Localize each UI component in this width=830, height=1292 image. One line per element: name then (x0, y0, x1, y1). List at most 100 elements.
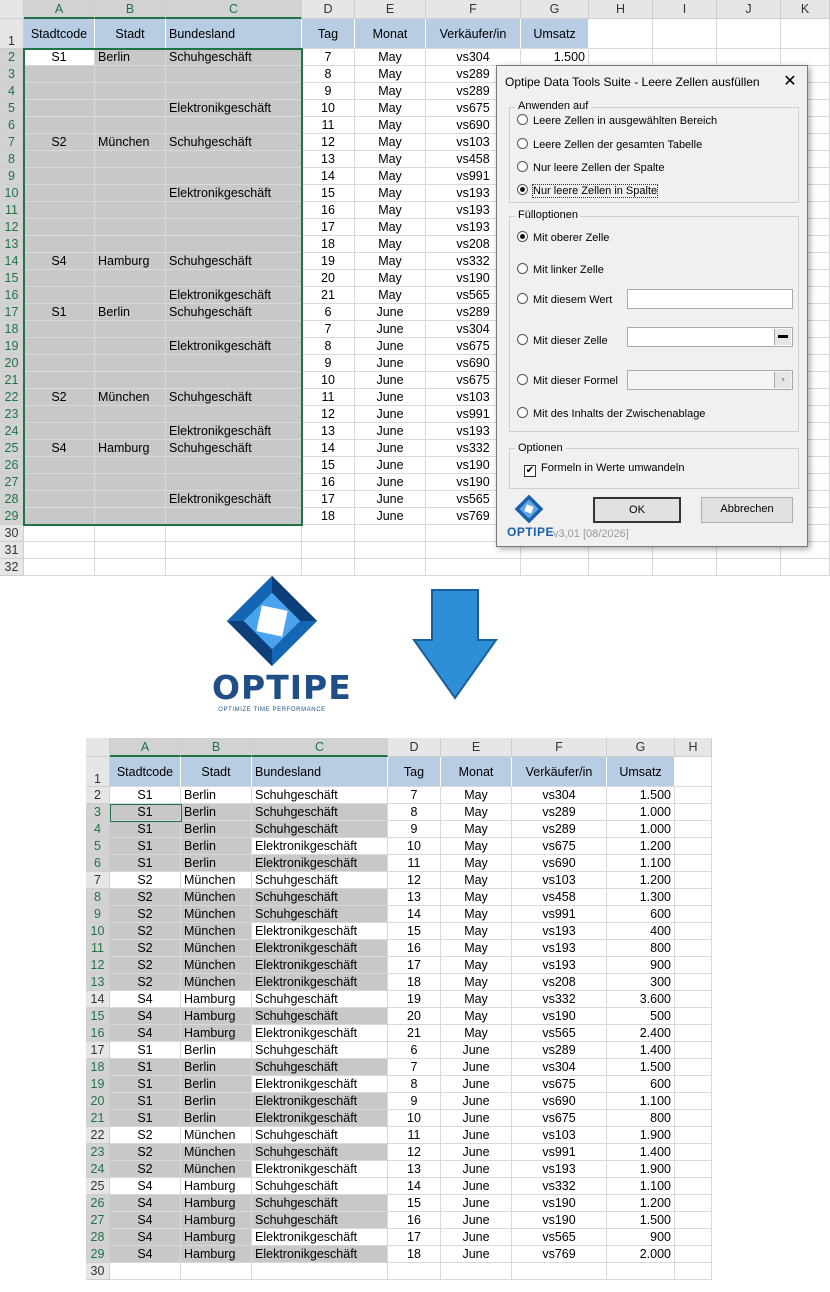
row-header-15[interactable]: 15 (86, 1008, 110, 1025)
cell-B24[interactable] (95, 423, 166, 440)
cell-C11[interactable] (166, 202, 302, 219)
cell-C16[interactable]: Elektronikgeschäft (166, 287, 302, 304)
column-header-F[interactable]: F (512, 738, 607, 757)
cell-H22[interactable] (675, 1127, 712, 1144)
row-header-25[interactable]: 25 (86, 1178, 110, 1195)
row-header-10[interactable]: 10 (0, 185, 24, 202)
cell-H28[interactable] (675, 1229, 712, 1246)
cell-H13[interactable] (675, 974, 712, 991)
cell-A18[interactable] (24, 321, 95, 338)
cell-A16[interactable]: S4 (110, 1025, 181, 1042)
cell-A6[interactable]: S1 (110, 855, 181, 872)
column-header-D[interactable]: D (388, 738, 441, 757)
cell-C21[interactable]: Elektronikgeschäft (252, 1110, 388, 1127)
cell-C3[interactable] (166, 66, 302, 83)
cell-F7[interactable]: vs103 (512, 872, 607, 889)
radio-icon[interactable] (517, 293, 528, 304)
row-header-2[interactable]: 2 (86, 787, 110, 804)
empty-cell[interactable] (166, 542, 302, 559)
header-cell-B[interactable]: Stadt (181, 757, 252, 787)
radio-icon[interactable] (517, 184, 528, 195)
radio-icon[interactable] (517, 263, 528, 274)
header-cell-D[interactable]: Tag (302, 19, 355, 49)
empty-cell[interactable] (95, 525, 166, 542)
cell-E23[interactable]: June (355, 406, 426, 423)
formula-picker-icon[interactable]: ▫ (774, 372, 791, 388)
cell-B20[interactable]: Berlin (181, 1093, 252, 1110)
cell-C20[interactable]: Elektronikgeschäft (252, 1093, 388, 1110)
row-header-14[interactable]: 14 (86, 991, 110, 1008)
cell-D2[interactable]: 7 (388, 787, 441, 804)
cell-A2[interactable]: S1 (24, 49, 95, 66)
empty-cell[interactable] (717, 559, 781, 576)
cell-G8[interactable]: 1.300 (607, 889, 675, 906)
cell-B25[interactable]: Hamburg (181, 1178, 252, 1195)
column-header-H[interactable]: H (675, 738, 712, 757)
cell-picker-icon[interactable]: ▬ (774, 329, 791, 345)
cell-A9[interactable]: S2 (110, 906, 181, 923)
cell-F4[interactable]: vs289 (512, 821, 607, 838)
apply-option-2[interactable]: Leere Zellen der gesamten Tabelle (517, 138, 702, 151)
cell-E19[interactable]: June (441, 1076, 512, 1093)
column-header-G[interactable]: G (607, 738, 675, 757)
cell-D8[interactable]: 13 (302, 151, 355, 168)
row-header-31[interactable]: 31 (0, 542, 24, 559)
cell-E21[interactable]: June (441, 1110, 512, 1127)
radio-icon[interactable] (517, 231, 528, 242)
cell-A20[interactable] (24, 355, 95, 372)
cell-A22[interactable]: S2 (110, 1127, 181, 1144)
cell-B18[interactable] (95, 321, 166, 338)
cell-H27[interactable] (675, 1212, 712, 1229)
cell-C18[interactable] (166, 321, 302, 338)
cell-C21[interactable] (166, 372, 302, 389)
cell-E2[interactable]: May (441, 787, 512, 804)
column-header-A[interactable]: A (110, 738, 181, 757)
cell-C2[interactable]: Schuhgeschäft (166, 49, 302, 66)
row-header-6[interactable]: 6 (86, 855, 110, 872)
empty-cell[interactable] (302, 525, 355, 542)
cell-C22[interactable]: Schuhgeschäft (166, 389, 302, 406)
row-header-22[interactable]: 22 (86, 1127, 110, 1144)
cell-C14[interactable]: Schuhgeschäft (252, 991, 388, 1008)
sheet-corner[interactable] (0, 0, 24, 19)
cell-A19[interactable] (24, 338, 95, 355)
empty-cell[interactable] (181, 1263, 252, 1280)
cell-B27[interactable] (95, 474, 166, 491)
cell-C5[interactable]: Elektronikgeschäft (166, 100, 302, 117)
cell-E18[interactable]: June (441, 1059, 512, 1076)
row-header-20[interactable]: 20 (0, 355, 24, 372)
cell-E23[interactable]: June (441, 1144, 512, 1161)
cell-D20[interactable]: 9 (388, 1093, 441, 1110)
cell-G12[interactable]: 900 (607, 957, 675, 974)
row-header-16[interactable]: 16 (0, 287, 24, 304)
row-header-29[interactable]: 29 (86, 1246, 110, 1263)
row-header-28[interactable]: 28 (0, 491, 24, 508)
cell-C28[interactable]: Elektronikgeschäft (252, 1229, 388, 1246)
sheet-corner[interactable] (86, 738, 110, 757)
cell-E17[interactable]: June (355, 304, 426, 321)
cell-D14[interactable]: 19 (302, 253, 355, 270)
ok-button[interactable]: OK (593, 497, 681, 523)
cell-F24[interactable]: vs193 (512, 1161, 607, 1178)
cell-K2[interactable] (781, 49, 830, 66)
cell-G24[interactable]: 1.900 (607, 1161, 675, 1178)
row-header-21[interactable]: 21 (86, 1110, 110, 1127)
cell-C12[interactable] (166, 219, 302, 236)
cell-C24[interactable]: Elektronikgeschäft (252, 1161, 388, 1178)
cell-C11[interactable]: Elektronikgeschäft (252, 940, 388, 957)
cell-G16[interactable]: 2.400 (607, 1025, 675, 1042)
row-header-26[interactable]: 26 (0, 457, 24, 474)
empty-cell[interactable] (302, 542, 355, 559)
cell-E26[interactable]: June (441, 1195, 512, 1212)
column-header-E[interactable]: E (441, 738, 512, 757)
cell-E28[interactable]: June (355, 491, 426, 508)
cell-E5[interactable]: May (441, 838, 512, 855)
cell-B8[interactable] (95, 151, 166, 168)
cell-G14[interactable]: 3.600 (607, 991, 675, 1008)
cell-G7[interactable]: 1.200 (607, 872, 675, 889)
column-header-B[interactable]: B (95, 0, 166, 19)
cell-C15[interactable]: Schuhgeschäft (252, 1008, 388, 1025)
cell-E16[interactable]: May (441, 1025, 512, 1042)
row-header-26[interactable]: 26 (86, 1195, 110, 1212)
cell-D25[interactable]: 14 (302, 440, 355, 457)
